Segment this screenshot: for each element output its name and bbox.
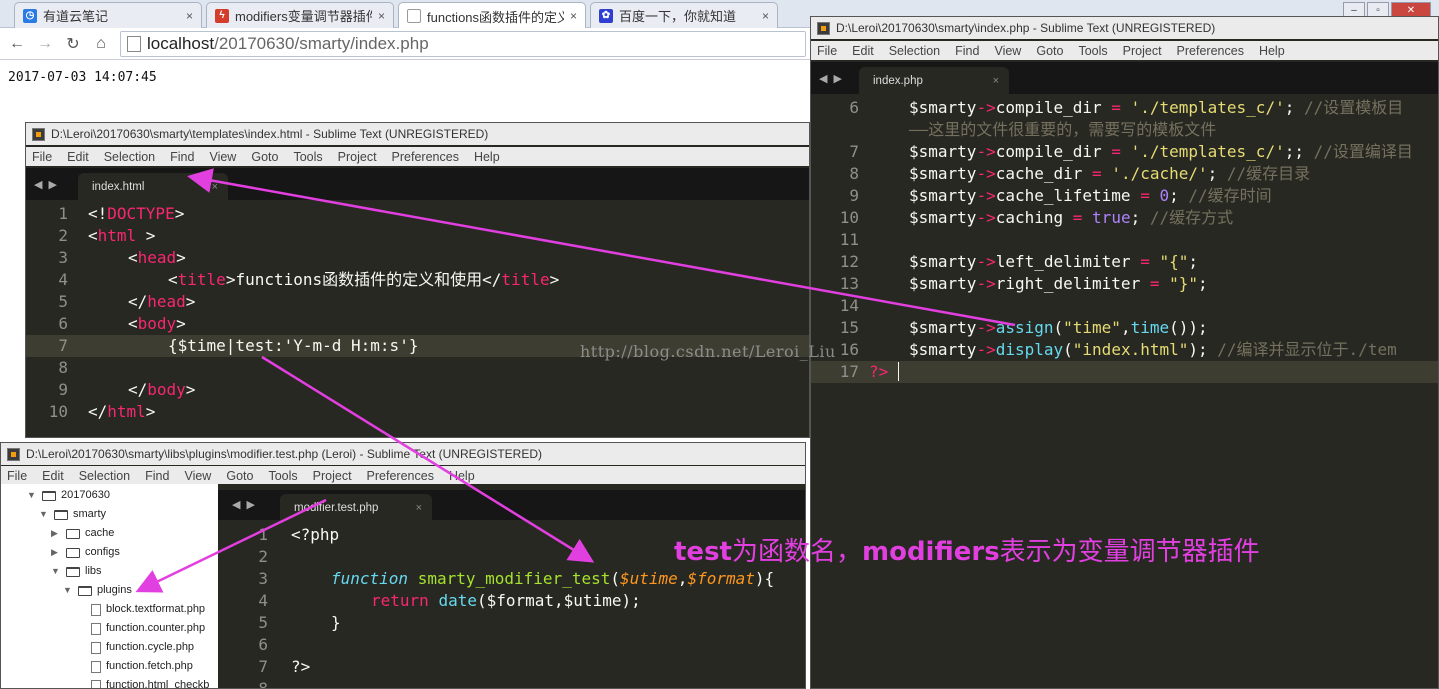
arrow-to-modifier-function (261, 355, 595, 563)
arrow-to-plugins-folder (135, 498, 327, 593)
annotation-arrows (135, 168, 1016, 593)
arrow-to-index-html (187, 168, 1016, 327)
